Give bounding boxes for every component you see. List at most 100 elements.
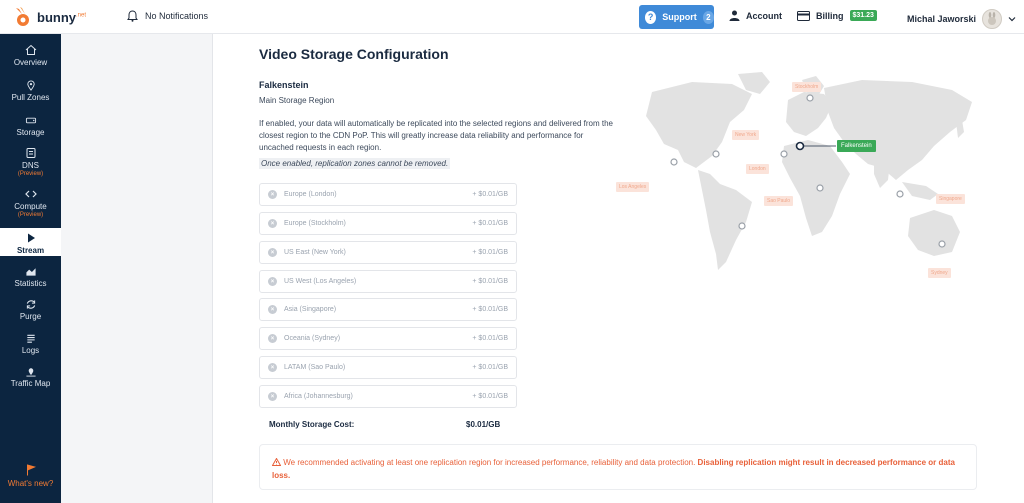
map-label-singapore: Singapore bbox=[936, 194, 965, 204]
sidebar-item-label: DNS bbox=[22, 161, 39, 170]
close-icon: × bbox=[268, 190, 277, 199]
replication-zone-sao-paulo[interactable]: × LATAM (Sao Paulo) + $0.01/GB bbox=[259, 356, 517, 379]
sidebar-item-label: Compute bbox=[14, 202, 47, 211]
zone-name: Europe (Stockholm) bbox=[284, 220, 346, 227]
help-icon: ? bbox=[645, 10, 657, 24]
map-point-los-angeles bbox=[670, 158, 678, 166]
notifications[interactable]: No Notifications bbox=[127, 10, 208, 22]
account-link[interactable]: Account bbox=[729, 10, 782, 21]
sidebar: Overview Pull Zones Storage DNS (Preview… bbox=[0, 34, 61, 503]
close-icon: × bbox=[268, 305, 277, 314]
user-menu[interactable]: Michal Jaworski bbox=[907, 9, 1016, 29]
zone-name: Asia (Singapore) bbox=[284, 306, 337, 313]
billing-link[interactable]: Billing $31.23 bbox=[797, 10, 877, 21]
world-map-graphic bbox=[646, 72, 972, 270]
page-title: Video Storage Configuration bbox=[259, 46, 449, 62]
map-label-stockholm: Stockholm bbox=[792, 82, 822, 92]
main-region-name: Falkenstein bbox=[259, 80, 309, 90]
map-point-falkenstein bbox=[795, 141, 805, 151]
billing-label: Billing bbox=[816, 10, 844, 21]
preview-tag: (Preview) bbox=[17, 212, 44, 218]
support-button[interactable]: ? Support 2 bbox=[639, 5, 714, 29]
close-icon: × bbox=[268, 334, 277, 343]
sidebar-item-purge[interactable]: Purge bbox=[0, 299, 61, 321]
close-icon: × bbox=[268, 219, 277, 228]
chevron-down-icon bbox=[1008, 17, 1016, 22]
zone-price: + $0.01/GB bbox=[472, 191, 508, 198]
sidebar-item-storage[interactable]: Storage bbox=[0, 115, 61, 137]
location-pin-icon bbox=[26, 80, 35, 91]
sidebar-item-traffic-map[interactable]: Traffic Map bbox=[0, 366, 61, 388]
account-label: Account bbox=[746, 10, 782, 21]
map-label-sao-paulo: Sao Paulo bbox=[764, 196, 794, 206]
replication-note: Once enabled, replication zones cannot b… bbox=[259, 158, 451, 169]
zone-price: + $0.01/GB bbox=[472, 249, 508, 256]
map-point-sydney bbox=[938, 240, 946, 248]
map-point-new-york bbox=[712, 150, 720, 158]
sidebar-item-logs[interactable]: Logs bbox=[0, 333, 61, 355]
replication-world-map: Falkenstein Stockholm New York London Lo… bbox=[612, 70, 992, 290]
replication-zone-stockholm[interactable]: × Europe (Stockholm) + $0.01/GB bbox=[259, 212, 517, 235]
sidebar-item-overview[interactable]: Overview bbox=[0, 44, 61, 68]
billing-balance-badge: $31.23 bbox=[849, 10, 877, 21]
sidebar-item-pull-zones[interactable]: Pull Zones bbox=[0, 80, 61, 102]
warning-icon bbox=[271, 457, 282, 466]
zone-price: + $0.01/GB bbox=[472, 278, 508, 285]
map-point-stockholm bbox=[806, 94, 814, 102]
close-icon: × bbox=[268, 363, 277, 372]
monthly-cost-label: Monthly Storage Cost: bbox=[269, 420, 355, 429]
zone-name: Africa (Johannesburg) bbox=[284, 393, 353, 400]
sidebar-item-label: Pull Zones bbox=[11, 93, 50, 102]
replication-description: If enabled, your data will automatically… bbox=[259, 119, 613, 152]
warning-text: We recommended activating at least one r… bbox=[283, 458, 696, 467]
replication-zone-new-york[interactable]: × US East (New York) + $0.01/GB bbox=[259, 241, 517, 264]
sidebar-item-label: Logs bbox=[21, 346, 40, 355]
user-icon bbox=[729, 10, 740, 21]
map-label-sydney: Sydney bbox=[928, 268, 951, 278]
map-point-sao-paulo bbox=[738, 222, 746, 230]
close-icon: × bbox=[268, 248, 277, 257]
sidebar-item-compute[interactable]: Compute (Preview) bbox=[0, 188, 61, 218]
zone-price: + $0.01/GB bbox=[472, 364, 508, 371]
replication-zone-los-angeles[interactable]: × US West (Los Angeles) + $0.01/GB bbox=[259, 270, 517, 293]
top-bar: bunny.net No Notifications ? Support 2 A… bbox=[0, 0, 1024, 34]
whats-new-link[interactable]: What's new? bbox=[0, 464, 61, 488]
credit-card-icon bbox=[797, 10, 810, 21]
brand-name: bunny.net bbox=[37, 9, 87, 25]
home-icon bbox=[25, 44, 36, 55]
close-icon: × bbox=[268, 277, 277, 286]
zone-price: + $0.01/GB bbox=[472, 306, 508, 313]
sidebar-item-stream[interactable]: Stream bbox=[0, 228, 61, 256]
notifications-label: No Notifications bbox=[145, 11, 209, 21]
sidebar-item-label: Traffic Map bbox=[10, 379, 51, 388]
secondary-panel bbox=[61, 34, 213, 503]
flag-icon bbox=[26, 464, 36, 476]
zone-name: US East (New York) bbox=[284, 249, 346, 256]
support-count-badge: 2 bbox=[702, 10, 714, 24]
zone-name: Oceania (Sydney) bbox=[284, 335, 341, 342]
storage-drive-icon bbox=[25, 117, 36, 124]
zone-price: + $0.01/GB bbox=[472, 335, 508, 342]
map-point-london bbox=[780, 150, 788, 158]
sidebar-item-label: Storage bbox=[16, 128, 45, 137]
logs-icon bbox=[26, 334, 35, 343]
map-label-new-york: New York bbox=[732, 130, 760, 140]
close-icon: × bbox=[268, 392, 277, 401]
map-point-singapore bbox=[896, 190, 904, 198]
map-label-london: London bbox=[746, 164, 769, 174]
zone-price: + $0.01/GB bbox=[472, 393, 508, 400]
support-label: Support bbox=[662, 12, 697, 22]
replication-zone-sydney[interactable]: × Oceania (Sydney) + $0.01/GB bbox=[259, 327, 517, 350]
sidebar-item-statistics[interactable]: Statistics bbox=[0, 266, 61, 288]
replication-zone-london[interactable]: × Europe (London) + $0.01/GB bbox=[259, 183, 517, 206]
chart-icon bbox=[25, 268, 36, 276]
sidebar-item-dns[interactable]: DNS (Preview) bbox=[0, 147, 61, 177]
replication-zone-johannesburg[interactable]: × Africa (Johannesburg) + $0.01/GB bbox=[259, 385, 517, 408]
replication-zone-singapore[interactable]: × Asia (Singapore) + $0.01/GB bbox=[259, 298, 517, 321]
zone-price: + $0.01/GB bbox=[472, 220, 508, 227]
refresh-icon bbox=[26, 300, 35, 309]
bunny-logo[interactable]: bunny.net bbox=[12, 5, 86, 29]
whats-new-label: What's new? bbox=[7, 479, 54, 488]
sidebar-item-label: Overview bbox=[13, 58, 48, 67]
code-icon bbox=[24, 190, 37, 198]
